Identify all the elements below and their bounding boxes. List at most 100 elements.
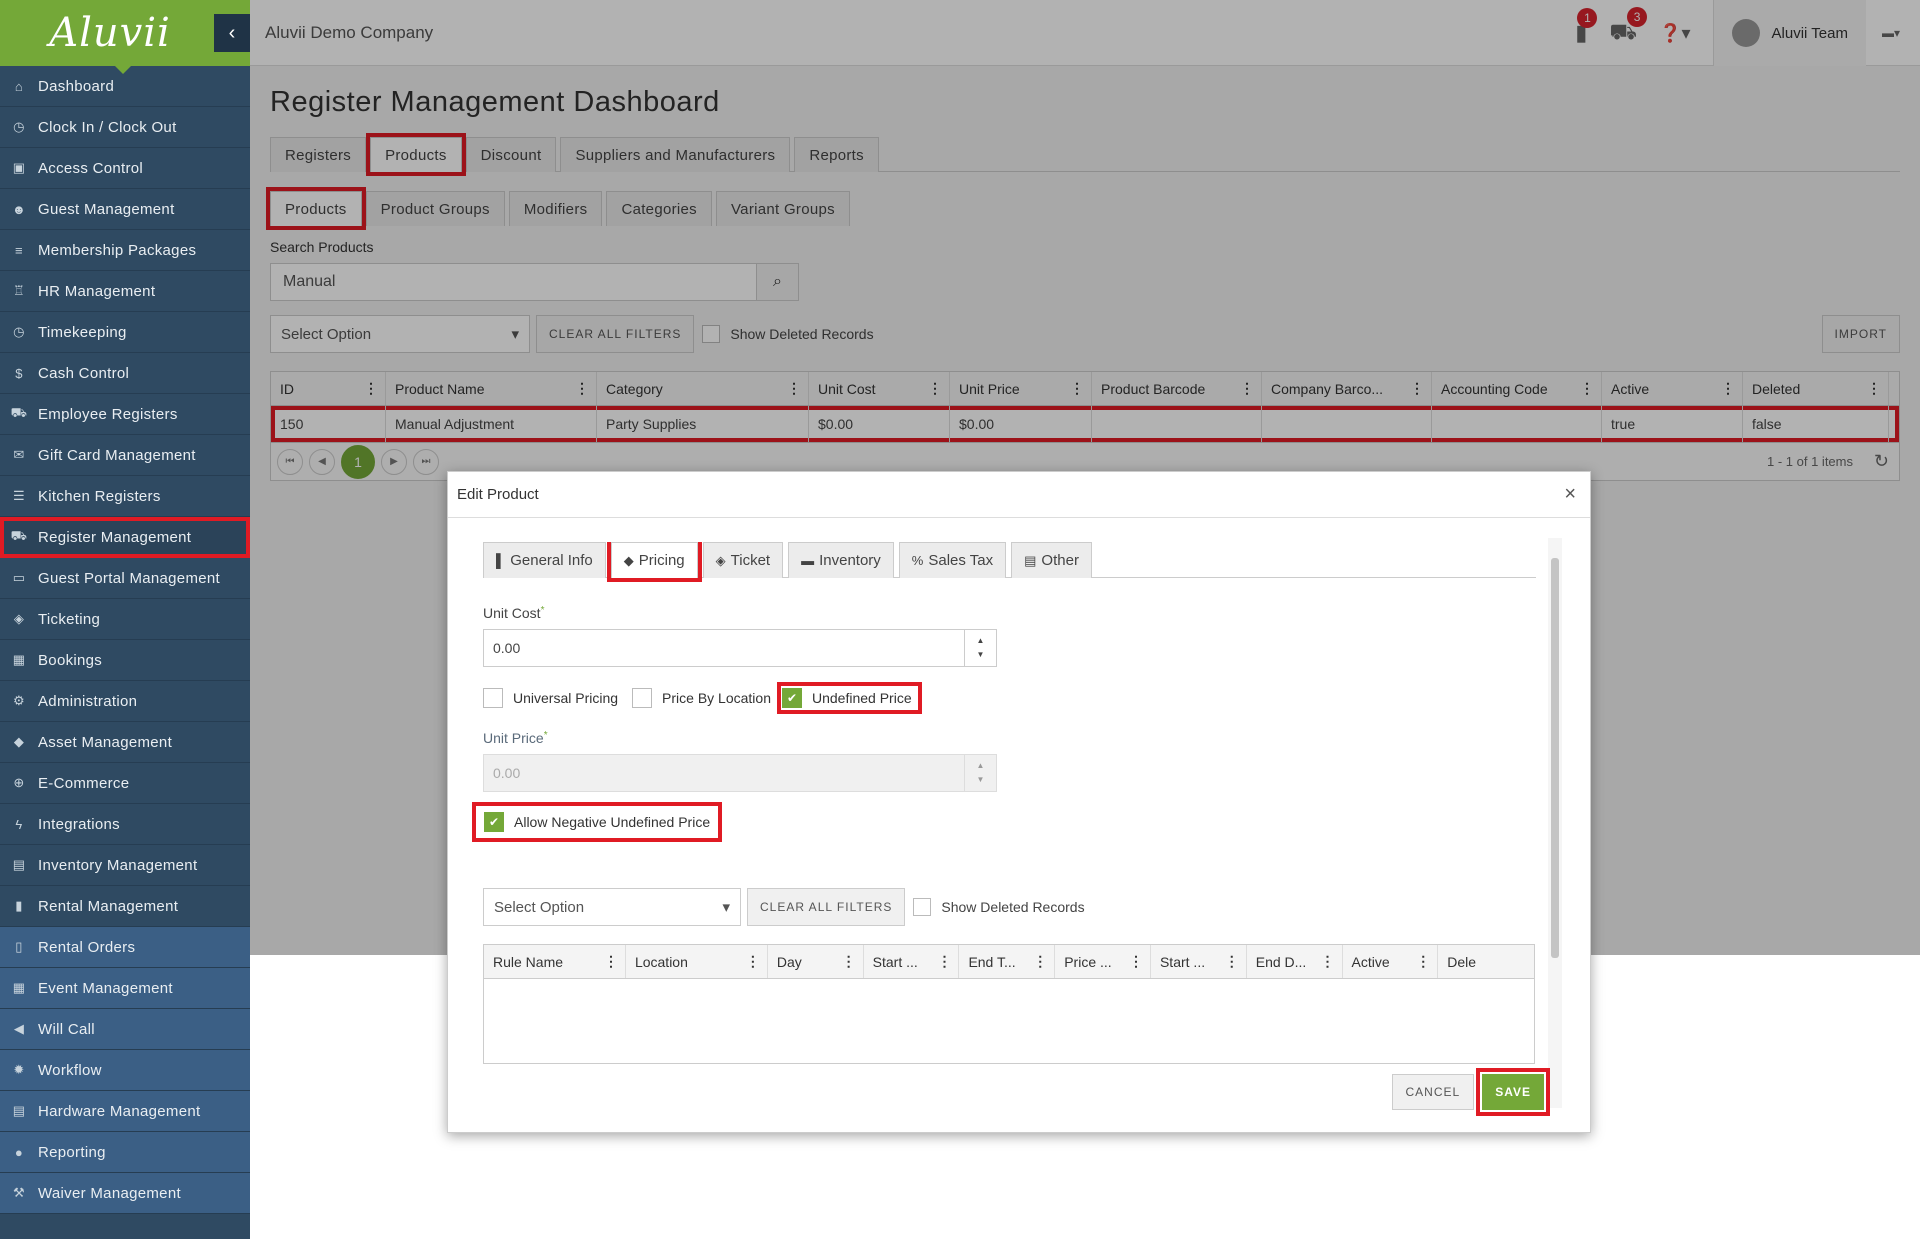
sidebar-item-rental-management[interactable]: ▮ Rental Management	[0, 886, 250, 927]
unit-price-value: 0.00	[493, 765, 521, 781]
sidebar-item-label: Integrations	[38, 815, 120, 833]
collapse-sidebar-icon[interactable]: ‹	[214, 14, 250, 52]
sidebar-item-reporting[interactable]: ● Reporting	[0, 1132, 250, 1173]
cancel-button[interactable]: CANCEL	[1391, 1074, 1475, 1110]
sidebar-item-e-commerce[interactable]: ⊕ E-Commerce	[0, 763, 250, 804]
close-icon[interactable]: ×	[1564, 483, 1576, 506]
sidebar-item-label: Cash Control	[38, 364, 130, 382]
column-menu-icon[interactable]: ⋮	[842, 953, 856, 970]
sidebar-item-register-management[interactable]: ⛟ Register Management	[0, 517, 250, 558]
rule-column-header[interactable]: Price ... ⋮	[1055, 945, 1151, 978]
modal-tab-pricing[interactable]: ◆ Pricing	[606, 542, 702, 582]
price-by-location-checkbox[interactable]	[632, 688, 653, 708]
unit-cost-input[interactable]: 0.00 ▲ ▼	[483, 629, 997, 667]
universal-pricing-checkbox[interactable]	[483, 688, 503, 708]
rule-column-header[interactable]: Active ⋮	[1343, 945, 1439, 978]
bulb-icon: ●	[14, 1144, 24, 1160]
sidebar-item-membership-packages[interactable]: ≡ Membership Packages	[0, 230, 250, 271]
sidebar-item-rental-orders[interactable]: ▯ Rental Orders	[0, 927, 250, 968]
rule-column-header[interactable]: End D... ⋮	[1247, 945, 1343, 978]
sidebar-item-ticketing[interactable]: ◈ Ticketing	[0, 599, 250, 640]
modal-tab-label: General Info	[510, 552, 593, 569]
unit-cost-label: Unit Cost*	[483, 605, 1536, 621]
sidebar-item-workflow[interactable]: ✹ Workflow	[0, 1050, 250, 1091]
column-menu-icon[interactable]: ⋮	[1129, 953, 1143, 970]
sidebar-item-asset-management[interactable]: ◆ Asset Management	[0, 722, 250, 763]
sidebar-item-label: Asset Management	[38, 733, 173, 751]
rule-column-label: Start ...	[872, 953, 918, 970]
column-menu-icon[interactable]: ⋮	[1416, 953, 1430, 970]
universal-pricing-label: Universal Pricing	[513, 690, 619, 706]
modal-show-deleted-checkbox[interactable]	[913, 898, 932, 916]
modal-tab-inventory[interactable]: ▬ Inventory	[788, 542, 894, 578]
unit-cost-spinner[interactable]: ▲ ▼	[964, 630, 996, 666]
scrollbar-thumb[interactable]	[1551, 558, 1559, 958]
laptop-icon: ▭	[12, 570, 26, 585]
sidebar-item-clock-in-clock-out[interactable]: ◷ Clock In / Clock Out	[0, 107, 250, 148]
save-button[interactable]: SAVE	[1476, 1068, 1550, 1116]
sidebar-item-inventory-management[interactable]: ▤ Inventory Management	[0, 845, 250, 886]
column-menu-icon[interactable]: ⋮	[1321, 953, 1335, 970]
gift-icon: ✉	[13, 447, 25, 462]
sidebar-item-access-control[interactable]: ▣ Access Control	[0, 148, 250, 189]
modal-filter-select[interactable]: Select Option ▾	[483, 888, 741, 926]
sidebar-item-bookings[interactable]: ▦ Bookings	[0, 640, 250, 681]
rule-column-header[interactable]: Location ⋮	[626, 945, 768, 978]
sidebar-item-employee-registers[interactable]: ⛟ Employee Registers	[0, 394, 250, 435]
rule-column-label: Location	[634, 953, 688, 970]
logo-text: Aluvii	[49, 10, 171, 56]
column-menu-icon[interactable]: ⋮	[604, 953, 618, 970]
logo[interactable]: Aluvii	[0, 0, 250, 74]
file-icon: ▌	[496, 553, 506, 568]
column-menu-icon[interactable]: ⋮	[1225, 953, 1239, 970]
bullhorn-icon: ◀	[13, 1021, 25, 1036]
rule-column-header[interactable]: Start ... ⋮	[864, 945, 960, 978]
allow-negative-label: Allow Negative Undefined Price	[514, 814, 711, 830]
sidebar-item-gift-card-management[interactable]: ✉ Gift Card Management	[0, 435, 250, 476]
gear-icon: ✹	[13, 1062, 25, 1077]
modal-tab-label: Sales Tax	[928, 552, 994, 569]
sidebar-item-event-management[interactable]: ▦ Event Management	[0, 968, 250, 1009]
sidebar-item-cash-control[interactable]: $ Cash Control	[0, 353, 250, 394]
sidebar-item-label: Rental Management	[38, 897, 179, 915]
sidebar-item-integrations[interactable]: ϟ Integrations	[0, 804, 250, 845]
column-menu-icon[interactable]: ⋮	[746, 953, 760, 970]
modal-clear-filters-button[interactable]: CLEAR ALL FILTERS	[747, 888, 906, 926]
sidebar-item-guest-portal-management[interactable]: ▭ Guest Portal Management	[0, 558, 250, 599]
sidebar-nav: ⌂ Dashboard ◷ Clock In / Clock Out ▣ Access C…	[0, 66, 250, 1214]
sidebar-item-dashboard[interactable]: ⌂ Dashboard	[0, 66, 250, 107]
modal-tab-label: Other	[1041, 552, 1079, 569]
caret-down-icon: ▾	[722, 899, 730, 916]
calendar-icon: ▦	[12, 652, 26, 667]
sidebar-item-guest-management[interactable]: ☻ Guest Management	[0, 189, 250, 230]
modal-tab-other[interactable]: ▤ Other	[1011, 542, 1092, 578]
modal-tab-general-info[interactable]: ▌ General Info	[483, 542, 606, 578]
modal-scrollbar[interactable]	[1548, 538, 1562, 1108]
undefined-price-checkbox[interactable]: ✔	[782, 688, 802, 708]
rule-column-header[interactable]: Dele	[1438, 945, 1534, 978]
modal-tab-ticket[interactable]: ◈ Ticket	[702, 542, 784, 578]
rule-column-label: Dele	[1447, 953, 1477, 970]
rule-column-header[interactable]: Start ... ⋮	[1151, 945, 1247, 978]
rule-column-header[interactable]: Day ⋮	[768, 945, 864, 978]
sidebar-item-label: Event Management	[38, 979, 173, 997]
sidebar-item-waiver-management[interactable]: ⚒ Waiver Management	[0, 1173, 250, 1214]
allow-negative-checkbox[interactable]: ✔	[484, 812, 504, 832]
sidebar-item-hr-management[interactable]: ♖ HR Management	[0, 271, 250, 312]
modal-tab-sales-tax[interactable]: % Sales Tax	[898, 542, 1007, 578]
rule-column-header[interactable]: End T... ⋮	[959, 945, 1056, 978]
rule-column-header[interactable]: Rule Name ⋮	[484, 945, 626, 978]
sidebar-item-will-call[interactable]: ◀ Will Call	[0, 1009, 250, 1050]
column-menu-icon[interactable]: ⋮	[937, 953, 951, 970]
percent-icon: %	[911, 553, 924, 568]
sidebar-item-hardware-management[interactable]: ▤ Hardware Management	[0, 1091, 250, 1132]
sidebar-item-label: Guest Portal Management	[38, 569, 220, 587]
sidebar-item-administration[interactable]: ⚙ Administration	[0, 681, 250, 722]
sidebar-item-timekeeping[interactable]: ◷ Timekeeping	[0, 312, 250, 353]
modal-tab-label: Ticket	[730, 552, 771, 569]
archive-icon: ▤	[12, 857, 26, 872]
sidebar-item-kitchen-registers[interactable]: ☰ Kitchen Registers	[0, 476, 250, 517]
cogs-icon: ⚙	[13, 693, 25, 708]
column-menu-icon[interactable]: ⋮	[1033, 953, 1047, 970]
modal-header: Edit Product ×	[448, 472, 1590, 518]
